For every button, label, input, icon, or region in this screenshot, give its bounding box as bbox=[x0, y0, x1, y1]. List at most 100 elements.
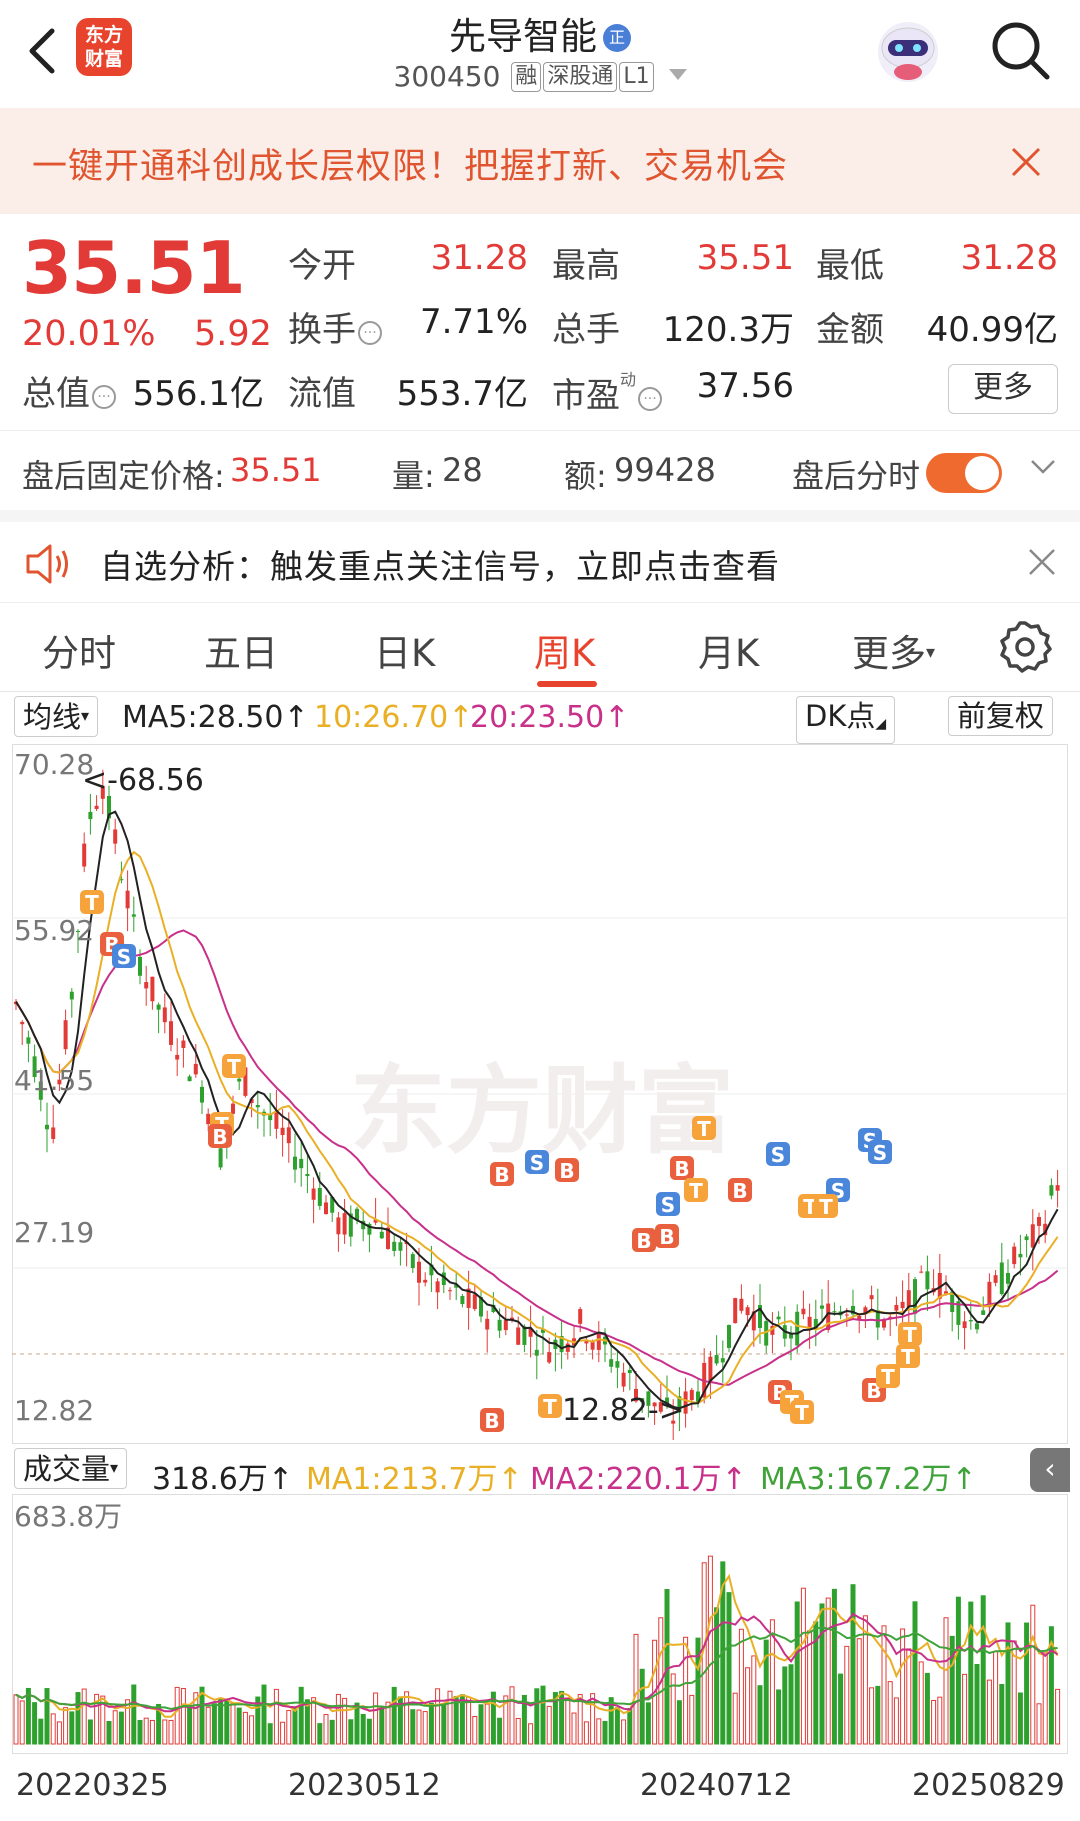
info-icon[interactable]: ··· bbox=[638, 387, 663, 411]
tab-five-day[interactable]: 五日 bbox=[204, 623, 278, 677]
volume-bar bbox=[782, 1666, 788, 1745]
candle-body bbox=[590, 1342, 595, 1350]
label-float-cap: 流值 bbox=[288, 374, 356, 414]
chevron-down-icon[interactable] bbox=[1028, 451, 1058, 481]
top-bar: 东方 财富 先导智能正 300450 融深股通 L1 bbox=[0, 0, 1080, 108]
volume-bar bbox=[323, 1714, 329, 1745]
volume-selector[interactable]: 成交量▾ bbox=[14, 1448, 128, 1489]
candle-body bbox=[125, 890, 130, 909]
signal-badge: T bbox=[790, 1400, 814, 1425]
candle-body bbox=[317, 1188, 322, 1206]
volume-bar bbox=[236, 1707, 242, 1745]
candle-body bbox=[311, 1188, 316, 1200]
tab-more-label: 更多 bbox=[852, 632, 926, 675]
signal-badge: T bbox=[692, 1116, 716, 1141]
volume-bar bbox=[391, 1686, 397, 1745]
volume-bar bbox=[416, 1709, 422, 1745]
volume-bar bbox=[69, 1711, 75, 1745]
volume-bar bbox=[869, 1687, 875, 1745]
candle-body bbox=[1055, 1185, 1060, 1191]
candle-body bbox=[745, 1307, 750, 1316]
value-open: 31.28 bbox=[430, 238, 528, 278]
signal-badge: B bbox=[490, 1162, 514, 1187]
volume-bar bbox=[906, 1648, 912, 1745]
candle-body bbox=[280, 1127, 285, 1136]
volume-bar bbox=[757, 1685, 763, 1745]
volume-bar bbox=[1030, 1604, 1036, 1745]
volume-bar bbox=[360, 1714, 366, 1745]
chart-tabs: 分时 五日 日K 周K 月K 更多▾ bbox=[0, 602, 1080, 692]
volume-bar bbox=[726, 1592, 732, 1745]
candle-body bbox=[485, 1318, 490, 1330]
signal-badge-letter: B bbox=[559, 1159, 574, 1183]
volume-bar bbox=[137, 1719, 143, 1745]
vol-ma3-text: MA3:167.2万 bbox=[760, 1462, 952, 1497]
volume-bar bbox=[106, 1721, 112, 1745]
volume-bar bbox=[794, 1601, 800, 1745]
dk-points-button[interactable]: DK点◢ bbox=[796, 696, 896, 744]
tab-weekly-k[interactable]: 周K bbox=[534, 623, 595, 677]
after-hours-vol: 28 bbox=[442, 451, 483, 489]
more-button[interactable]: 更多 bbox=[948, 364, 1058, 414]
signal-badge: T bbox=[80, 890, 104, 915]
candle-body bbox=[63, 1020, 68, 1050]
volume-chart[interactable]: 683.8万 bbox=[12, 1494, 1068, 1754]
low-price-marker: 12.82-> bbox=[562, 1393, 684, 1428]
candle-body bbox=[795, 1311, 800, 1346]
gear-icon[interactable] bbox=[998, 619, 1052, 673]
signal-badge-letter: B bbox=[494, 1163, 509, 1187]
candle-body bbox=[162, 1007, 167, 1023]
info-icon[interactable]: ··· bbox=[92, 385, 116, 409]
signal-badge: S bbox=[656, 1192, 680, 1217]
label-pe-text: 市盈 bbox=[552, 376, 620, 416]
analysis-alert[interactable]: 自选分析：触发重点关注信号，立即点击查看 bbox=[0, 510, 1080, 602]
tab-daily-k[interactable]: 日K bbox=[374, 623, 435, 677]
candle-body bbox=[69, 991, 74, 1000]
tab-intraday[interactable]: 分时 bbox=[42, 623, 116, 677]
close-icon[interactable] bbox=[1028, 548, 1056, 576]
collapse-panel-button[interactable]: ‹ bbox=[1030, 1448, 1070, 1492]
candle-body bbox=[981, 1310, 986, 1315]
kline-chart[interactable]: 东方财富70.2855.9241.5527.1912.82<-68.5612.8… bbox=[12, 744, 1068, 1444]
indicator-selector[interactable]: 均线▾ bbox=[14, 696, 99, 737]
info-icon[interactable]: ··· bbox=[358, 321, 382, 345]
dk-points-label: DK点 bbox=[805, 699, 876, 733]
indicator-selector-label: 均线 bbox=[23, 700, 82, 734]
ai-robot-icon[interactable] bbox=[872, 14, 944, 86]
tab-more[interactable]: 更多▾ bbox=[852, 623, 935, 677]
ma20-arrow: ↑ bbox=[604, 700, 630, 735]
ma5-value: MA5:28.50↑ bbox=[122, 700, 309, 735]
close-icon[interactable] bbox=[1010, 146, 1042, 178]
value-low: 31.28 bbox=[960, 238, 1058, 278]
promo-banner[interactable]: 一键开通科创成长层权限！把握打新、交易机会 bbox=[0, 108, 1080, 214]
candle-body bbox=[200, 1086, 204, 1103]
after-hours-price: 35.51 bbox=[230, 451, 322, 489]
vol-ma3-arrow: ↑ bbox=[951, 1462, 977, 1497]
volume-bar bbox=[466, 1696, 472, 1745]
candle-body bbox=[727, 1324, 731, 1348]
candle-body bbox=[739, 1298, 744, 1311]
volume-bar bbox=[850, 1584, 856, 1745]
candle-body bbox=[255, 1105, 260, 1108]
candle-body bbox=[193, 1063, 198, 1075]
volume-bar bbox=[856, 1638, 862, 1745]
candle-body bbox=[1037, 1216, 1041, 1226]
date-label: 20230512 bbox=[288, 1768, 441, 1803]
search-icon[interactable] bbox=[990, 20, 1052, 82]
volume-bar bbox=[1017, 1692, 1023, 1745]
label-volume: 总手 bbox=[552, 310, 620, 350]
volume-bar bbox=[286, 1710, 292, 1745]
stock-name: 先导智能 bbox=[449, 15, 597, 58]
volume-value-text: 318.6万 bbox=[152, 1462, 268, 1497]
adjust-button[interactable]: 前复权 bbox=[948, 696, 1054, 736]
candle-body bbox=[627, 1369, 632, 1374]
vol-ma1-arrow: ↑ bbox=[497, 1462, 523, 1497]
volume-bar bbox=[918, 1661, 924, 1745]
after-hours-toggle[interactable] bbox=[926, 453, 1002, 493]
candle-body bbox=[398, 1242, 403, 1251]
volume-bar bbox=[56, 1721, 62, 1745]
tab-monthly-k[interactable]: 月K bbox=[698, 623, 759, 677]
volume-bar bbox=[633, 1633, 639, 1745]
volume-selector-label: 成交量 bbox=[23, 1452, 111, 1486]
date-label: 20220325 bbox=[16, 1768, 169, 1803]
